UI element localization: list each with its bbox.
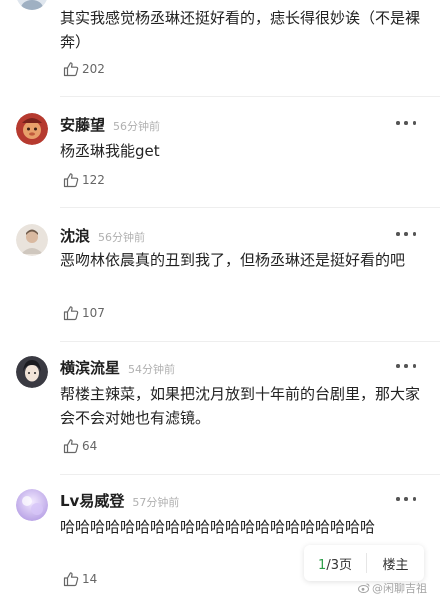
more-options-icon[interactable] bbox=[396, 117, 416, 129]
like-button[interactable]: 122 bbox=[63, 172, 105, 188]
like-button[interactable]: 107 bbox=[63, 305, 105, 321]
like-button[interactable]: 14 bbox=[63, 571, 97, 587]
like-button[interactable]: 64 bbox=[63, 438, 97, 454]
thumbs-up-icon bbox=[63, 62, 79, 77]
username[interactable]: 沈浪 bbox=[60, 225, 90, 246]
weibo-logo-icon bbox=[358, 583, 370, 593]
comment-text: 其实我感觉杨丞琳还挺好看的，痣长得很妙诶（不是裸奔） bbox=[60, 9, 421, 51]
like-count: 202 bbox=[82, 62, 105, 76]
more-options-icon[interactable] bbox=[396, 360, 416, 372]
more-options-icon[interactable] bbox=[396, 228, 416, 240]
comment-text: 恶吻林依晨真的丑到我了，但杨丞琳还是挺好看的吧 bbox=[60, 251, 406, 269]
only-owner-button[interactable]: 楼主 bbox=[367, 554, 424, 573]
thumbs-up-icon bbox=[63, 173, 79, 188]
comment-item: 其实我感觉杨丞琳还挺好看的，痣长得很妙诶（不是裸奔） 202 bbox=[0, 0, 440, 97]
username[interactable]: 安藤望 bbox=[60, 114, 105, 135]
timestamp: 54分钟前 bbox=[128, 363, 176, 376]
avatar[interactable] bbox=[16, 0, 48, 10]
comment-item: 安藤望 56分钟前 杨丞琳我能get 122 bbox=[0, 97, 440, 208]
timestamp: 56分钟前 bbox=[113, 120, 161, 133]
like-count: 107 bbox=[82, 306, 105, 320]
comment-text: 哈哈哈哈哈哈哈哈哈哈哈哈哈哈哈哈哈哈哈哈哈 bbox=[60, 518, 376, 536]
watermark-text: @闲聊吉祖 bbox=[372, 582, 427, 595]
username[interactable]: Lv易威登 bbox=[60, 490, 124, 511]
total-pages: /3页 bbox=[326, 557, 352, 573]
watermark: @闲聊吉祖 bbox=[358, 580, 427, 596]
comment-text: 杨丞琳我能get bbox=[60, 142, 160, 160]
username[interactable]: 横滨流星 bbox=[60, 357, 120, 378]
like-button[interactable]: 202 bbox=[63, 61, 105, 77]
timestamp: 56分钟前 bbox=[98, 231, 146, 244]
like-count: 14 bbox=[82, 572, 98, 586]
timestamp: 57分钟前 bbox=[132, 496, 180, 509]
avatar[interactable] bbox=[16, 224, 48, 256]
avatar[interactable] bbox=[16, 356, 48, 388]
comment-item: 横滨流星 54分钟前 帮楼主辣菜，如果把沈月放到十年前的台剧里，那大家会不会对她… bbox=[0, 342, 440, 475]
thumbs-up-icon bbox=[63, 439, 79, 454]
page-navigator: 1/3页 楼主 bbox=[304, 545, 424, 581]
avatar[interactable] bbox=[16, 489, 48, 521]
like-count: 122 bbox=[82, 173, 105, 187]
comment-item: 沈浪 56分钟前 恶吻林依晨真的丑到我了，但杨丞琳还是挺好看的吧 107 bbox=[0, 208, 440, 342]
avatar[interactable] bbox=[16, 113, 48, 145]
thumbs-up-icon bbox=[63, 306, 79, 321]
like-count: 64 bbox=[82, 439, 98, 453]
more-options-icon[interactable] bbox=[396, 493, 416, 505]
comment-text: 帮楼主辣菜，如果把沈月放到十年前的台剧里，那大家会不会对她也有滤镜。 bbox=[60, 385, 421, 427]
thumbs-up-icon bbox=[63, 572, 79, 587]
page-selector[interactable]: 1/3页 bbox=[304, 554, 366, 573]
